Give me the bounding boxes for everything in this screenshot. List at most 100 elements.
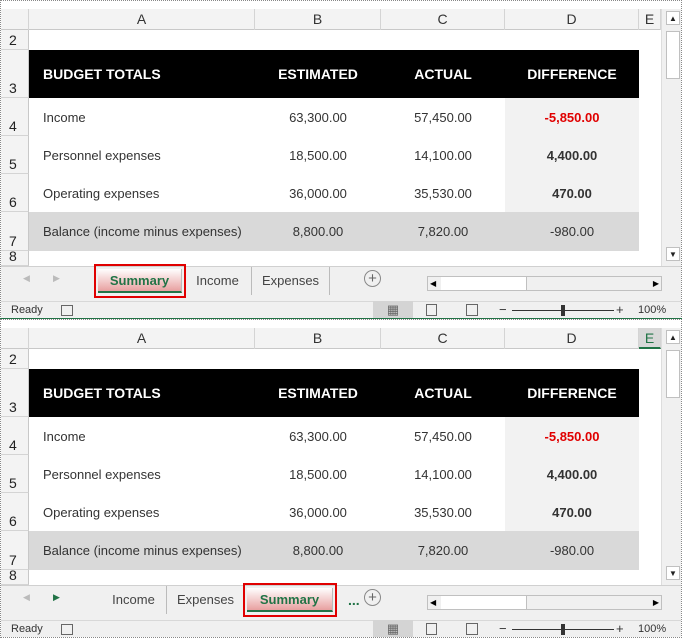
column-header-C[interactable]: C	[381, 9, 505, 30]
table-cell[interactable]: -980.00	[505, 531, 639, 570]
table-cell[interactable]: Operating expenses	[29, 493, 255, 531]
table-header-cell[interactable]: ACTUAL	[381, 369, 505, 417]
row-header-4[interactable]: 4	[1, 98, 29, 136]
table-cell[interactable]: Balance (income minus expenses)	[29, 212, 255, 251]
scroll-right-icon[interactable]: ▶	[653, 277, 659, 290]
table-cell[interactable]: 36,000.00	[255, 174, 381, 212]
zoom-level[interactable]: 100%	[638, 623, 666, 635]
table-header-cell[interactable]: ESTIMATED	[255, 50, 381, 98]
table-cell[interactable]: 35,530.00	[381, 493, 505, 531]
table-cell[interactable]: 18,500.00	[255, 136, 381, 174]
table-header-cell[interactable]: ACTUAL	[381, 50, 505, 98]
table-cell[interactable]: -980.00	[505, 212, 639, 251]
table-header-cell[interactable]: BUDGET TOTALS	[29, 369, 255, 417]
table-cell[interactable]: 8,800.00	[255, 531, 381, 570]
h-scroll-thumb[interactable]	[441, 596, 527, 609]
zoom-slider-handle[interactable]	[561, 305, 565, 316]
table-cell[interactable]: 57,450.00	[381, 417, 505, 455]
scroll-thumb[interactable]	[666, 31, 680, 79]
page-layout-view-icon[interactable]	[426, 304, 437, 316]
column-header-B[interactable]: B	[255, 9, 381, 30]
table-cell[interactable]: Personnel expenses	[29, 136, 255, 174]
column-header-A[interactable]: A	[29, 9, 255, 30]
macro-record-icon[interactable]	[61, 305, 73, 316]
prev-sheet-icon[interactable]: ◀	[23, 273, 30, 284]
table-cell[interactable]: -5,850.00	[505, 417, 639, 455]
scroll-thumb[interactable]	[666, 350, 680, 398]
zoom-level[interactable]: 100%	[638, 304, 666, 316]
row-header-4[interactable]: 4	[1, 417, 29, 455]
table-cell[interactable]: 36,000.00	[255, 493, 381, 531]
horizontal-scrollbar[interactable]: ◀ ▶	[427, 276, 662, 291]
column-header-A[interactable]: A	[29, 328, 255, 349]
table-cell[interactable]: 14,100.00	[381, 455, 505, 493]
row-header-2[interactable]: 2	[1, 349, 29, 369]
table-header-cell[interactable]: ESTIMATED	[255, 369, 381, 417]
row-header-6[interactable]: 6	[1, 493, 29, 531]
row-header-3[interactable]: 3	[1, 50, 29, 98]
column-header-D[interactable]: D	[505, 328, 639, 349]
row-header-5[interactable]: 5	[1, 136, 29, 174]
next-sheet-icon[interactable]: ▶	[53, 592, 60, 603]
row-header-7[interactable]: 7	[1, 212, 29, 251]
sheet-tab-expenses[interactable]: Expenses	[252, 267, 330, 295]
scroll-down-icon[interactable]: ▼	[666, 247, 680, 261]
zoom-out-icon[interactable]: −	[499, 302, 507, 317]
zoom-in-icon[interactable]: +	[616, 621, 624, 636]
scroll-right-icon[interactable]: ▶	[653, 596, 659, 609]
sheet-tab-income[interactable]: Income	[184, 267, 252, 295]
table-cell[interactable]: Personnel expenses	[29, 455, 255, 493]
table-cell[interactable]: 18,500.00	[255, 455, 381, 493]
table-cell[interactable]: 63,300.00	[255, 98, 381, 136]
table-cell[interactable]: 14,100.00	[381, 136, 505, 174]
table-cell[interactable]: 4,400.00	[505, 455, 639, 493]
table-cell[interactable]: 470.00	[505, 493, 639, 531]
table-header-cell[interactable]: DIFFERENCE	[505, 50, 639, 98]
table-cell[interactable]: 63,300.00	[255, 417, 381, 455]
page-layout-view-icon[interactable]	[426, 623, 437, 635]
page-break-view-icon[interactable]	[466, 623, 478, 635]
select-all-corner[interactable]	[1, 328, 29, 349]
vertical-scrollbar[interactable]: ▲ ▼	[661, 328, 681, 585]
vertical-scrollbar[interactable]: ▲ ▼	[661, 9, 681, 266]
table-cell[interactable]: Balance (income minus expenses)	[29, 531, 255, 570]
table-cell[interactable]: 470.00	[505, 174, 639, 212]
macro-record-icon[interactable]	[61, 624, 73, 635]
next-sheet-icon[interactable]: ▶	[53, 273, 60, 284]
normal-view-icon[interactable]: ▦	[373, 301, 413, 318]
table-cell[interactable]: 8,800.00	[255, 212, 381, 251]
scroll-left-icon[interactable]: ◀	[430, 277, 436, 290]
scroll-up-icon[interactable]: ▲	[666, 330, 680, 344]
sheet-tab-expenses[interactable]: Expenses	[167, 586, 245, 614]
table-cell[interactable]: Operating expenses	[29, 174, 255, 212]
zoom-out-icon[interactable]: −	[499, 621, 507, 636]
table-cell[interactable]: 35,530.00	[381, 174, 505, 212]
scroll-up-icon[interactable]: ▲	[666, 11, 680, 25]
zoom-slider-handle[interactable]	[561, 624, 565, 635]
table-header-cell[interactable]: DIFFERENCE	[505, 369, 639, 417]
h-scroll-thumb[interactable]	[441, 277, 527, 290]
table-cell[interactable]: 4,400.00	[505, 136, 639, 174]
column-header-D[interactable]: D	[505, 9, 639, 30]
add-sheet-icon[interactable]: +	[364, 270, 381, 287]
add-sheet-icon[interactable]: +	[364, 589, 381, 606]
page-break-view-icon[interactable]	[466, 304, 478, 316]
zoom-in-icon[interactable]: +	[616, 302, 624, 317]
column-header-B[interactable]: B	[255, 328, 381, 349]
column-header-E[interactable]: E	[639, 328, 661, 349]
sheet-tab-income[interactable]: Income	[101, 586, 167, 614]
row-header-8[interactable]: 8	[1, 248, 29, 266]
more-sheets-button[interactable]: ...	[348, 592, 360, 608]
table-cell[interactable]: 57,450.00	[381, 98, 505, 136]
prev-sheet-icon[interactable]: ◀	[23, 592, 30, 603]
row-header-8[interactable]: 8	[1, 567, 29, 585]
normal-view-icon[interactable]: ▦	[373, 620, 413, 637]
column-header-C[interactable]: C	[381, 328, 505, 349]
table-cell[interactable]: Income	[29, 417, 255, 455]
row-header-5[interactable]: 5	[1, 455, 29, 493]
row-header-2[interactable]: 2	[1, 30, 29, 50]
row-header-6[interactable]: 6	[1, 174, 29, 212]
table-cell[interactable]: Income	[29, 98, 255, 136]
column-header-E[interactable]: E	[639, 9, 661, 30]
row-header-3[interactable]: 3	[1, 369, 29, 417]
